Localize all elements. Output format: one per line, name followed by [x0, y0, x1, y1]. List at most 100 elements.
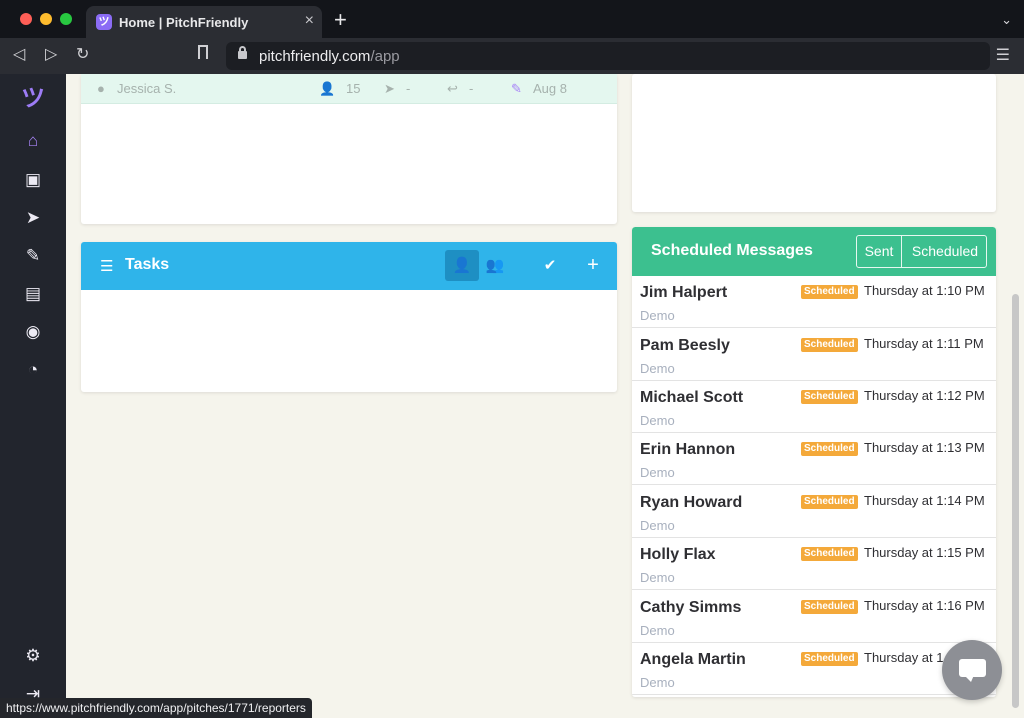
- recipient-org: Demo: [640, 518, 675, 533]
- status-badge: Scheduled: [801, 285, 858, 299]
- status-badge: Scheduled: [801, 547, 858, 561]
- my-tasks-button[interactable]: 👤: [445, 250, 479, 281]
- pitch-meta-row[interactable]: ● Jessica S. 👤 15 ➤ - ↩ - ✎ Aug 8: [81, 74, 617, 104]
- task-list-icon: ☰: [100, 258, 114, 275]
- status-badge: Scheduled: [801, 442, 858, 456]
- status-badge: Scheduled: [801, 495, 858, 509]
- status-badge: Scheduled: [801, 652, 858, 666]
- scheduled-time: Thursday at 1:15 PM: [864, 545, 985, 560]
- recipient-name: Michael Scott: [640, 389, 744, 406]
- sent-count: -: [406, 81, 411, 96]
- newspaper-icon[interactable]: ▤: [21, 283, 45, 305]
- recipient-name: Angela Martin: [640, 651, 746, 668]
- lock-icon: [238, 46, 247, 59]
- scheduled-time: Thursday at 1:11 PM: [864, 336, 984, 351]
- scheduled-message-row[interactable]: Holly Flax Demo Scheduled Thursday at 1:…: [632, 538, 996, 590]
- new-tab-icon[interactable]: +: [334, 9, 347, 31]
- scheduled-time: Thursday at 1: [864, 650, 944, 665]
- status-badge: Scheduled: [801, 390, 858, 404]
- page-scrollbar[interactable]: [1012, 294, 1019, 708]
- scheduled-time: Thursday at 1:12 PM: [864, 388, 985, 403]
- pencil-icon: ✎: [511, 81, 522, 96]
- scheduled-messages-title: Scheduled Messages: [651, 242, 813, 259]
- sent-toggle-button[interactable]: Sent: [857, 236, 902, 267]
- recipient-name: Erin Hannon: [640, 441, 736, 458]
- home-icon[interactable]: ⌂: [21, 130, 45, 152]
- scheduled-time: Thursday at 1:13 PM: [864, 440, 985, 455]
- user-check-icon: 👤: [319, 81, 336, 96]
- paper-plane-icon[interactable]: ➤: [21, 207, 45, 229]
- browser-tab-home[interactable]: ツ Home | PitchFriendly ×: [86, 6, 322, 38]
- chevron-down-icon[interactable]: ⌄: [1001, 12, 1012, 28]
- recipient-org: Demo: [640, 623, 675, 638]
- recipient-org: Demo: [640, 570, 675, 585]
- sent-scheduled-toggle: Sent Scheduled: [856, 235, 987, 268]
- browser-toolbar: ◁ ▷ ↻ pitchfriendly.com/app ☰: [0, 38, 1024, 74]
- recipient-org: Demo: [640, 361, 675, 376]
- recipient-org: Demo: [640, 465, 675, 480]
- forward-icon[interactable]: ▷: [45, 44, 57, 66]
- scheduled-message-row[interactable]: Cathy Simms Demo Scheduled Thursday at 1…: [632, 591, 996, 643]
- scheduled-toggle-button[interactable]: Scheduled: [903, 236, 987, 267]
- scheduled-time: Thursday at 1:10 PM: [864, 283, 985, 298]
- browser-titlebar: ツ Home | PitchFriendly × + ⌄: [0, 0, 1024, 40]
- reporters-count: 15: [346, 81, 361, 96]
- back-icon[interactable]: ◁: [13, 44, 25, 66]
- user-circle-icon: ●: [97, 81, 105, 96]
- tasks-card: ☰ Tasks 👤 👥 ✔ +: [81, 242, 617, 392]
- user-edit-icon[interactable]: ✎: [21, 245, 45, 267]
- scheduled-message-row[interactable]: Jim Halpert Demo Scheduled Thursday at 1…: [632, 276, 996, 328]
- pitch-owner: Jessica S.: [117, 81, 177, 96]
- scheduled-message-row[interactable]: Pam Beesly Demo Scheduled Thursday at 1:…: [632, 329, 996, 381]
- scheduled-message-row[interactable]: Michael Scott Demo Scheduled Thursday at…: [632, 381, 996, 433]
- close-tab-icon[interactable]: ×: [305, 12, 314, 30]
- scheduled-time: Thursday at 1:14 PM: [864, 493, 985, 508]
- tab-title: Home | PitchFriendly: [119, 15, 249, 30]
- bookmark-icon[interactable]: [198, 45, 208, 59]
- users-icon[interactable]: ◉: [21, 321, 45, 343]
- add-task-button[interactable]: +: [576, 250, 610, 281]
- recipient-name: Jim Halpert: [640, 284, 728, 301]
- pitchfriendly-logo[interactable]: ツ: [21, 87, 45, 111]
- gear-icon[interactable]: ⚙: [21, 645, 45, 667]
- paper-plane-icon: ➤: [384, 81, 395, 96]
- tasks-title: Tasks: [125, 256, 170, 273]
- completed-tasks-button[interactable]: ✔: [533, 250, 567, 281]
- pitch-date: Aug 8: [533, 81, 567, 96]
- sidebar: ツ ⌂ ▣ ➤ ✎ ▤ ◉ ◔ ⚙ ⇥: [0, 74, 66, 718]
- recipient-name: Cathy Simms: [640, 599, 742, 616]
- scheduled-messages-header: Scheduled Messages Sent Scheduled: [632, 227, 996, 276]
- recipient-name: Ryan Howard: [640, 494, 743, 511]
- pitchfriendly-favicon-icon: ツ: [96, 14, 112, 30]
- replies-count: -: [469, 81, 474, 96]
- upper-right-card: [632, 74, 996, 212]
- minimize-window-button[interactable]: [40, 13, 52, 25]
- pitch-card: ● Jessica S. 👤 15 ➤ - ↩ - ✎ Aug 8: [81, 74, 617, 224]
- recipient-org: Demo: [640, 308, 675, 323]
- recipient-name: Pam Beesly: [640, 337, 730, 354]
- reply-icon: ↩: [447, 81, 458, 96]
- url-text: pitchfriendly.com/app: [259, 48, 400, 65]
- team-tasks-button[interactable]: 👥: [478, 250, 512, 281]
- url-host: pitchfriendly.com: [259, 48, 371, 65]
- url-path: /app: [370, 48, 400, 65]
- zoom-window-button[interactable]: [60, 13, 72, 25]
- close-window-button[interactable]: [20, 13, 32, 25]
- dashboard-icon[interactable]: ◔: [21, 359, 45, 381]
- status-badge: Scheduled: [801, 338, 858, 352]
- menu-icon[interactable]: ☰: [996, 45, 1010, 65]
- briefcase-icon[interactable]: ▣: [21, 169, 45, 191]
- recipient-org: Demo: [640, 413, 675, 428]
- tasks-header: ☰ Tasks 👤 👥 ✔ +: [81, 242, 617, 290]
- recipient-name: Holly Flax: [640, 546, 716, 563]
- chat-bubble-icon: [959, 659, 986, 682]
- app-viewport: ツ ⌂ ▣ ➤ ✎ ▤ ◉ ◔ ⚙ ⇥ ● Jessica S. 👤 15 ➤ …: [0, 74, 1024, 718]
- chat-widget-button[interactable]: [942, 640, 1002, 700]
- reload-icon[interactable]: ↻: [76, 44, 89, 66]
- scheduled-messages-card: Scheduled Messages Sent Scheduled Jim Ha…: [632, 227, 996, 697]
- recipient-org: Demo: [640, 675, 675, 690]
- address-bar[interactable]: pitchfriendly.com/app: [226, 42, 990, 70]
- scheduled-message-row[interactable]: Erin Hannon Demo Scheduled Thursday at 1…: [632, 433, 996, 485]
- status-bar-link: https://www.pitchfriendly.com/app/pitche…: [0, 698, 312, 718]
- scheduled-message-row[interactable]: Ryan Howard Demo Scheduled Thursday at 1…: [632, 486, 996, 538]
